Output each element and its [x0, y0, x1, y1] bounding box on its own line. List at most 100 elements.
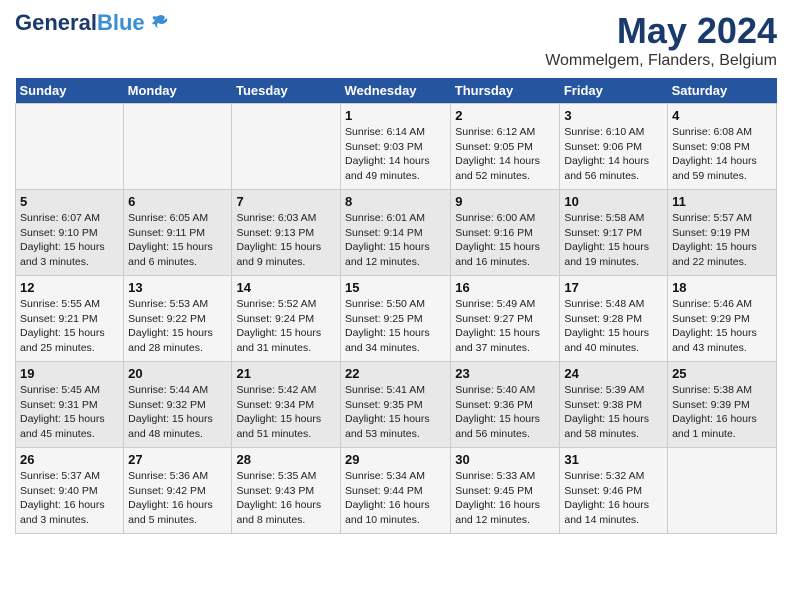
day-number: 9 — [455, 194, 555, 209]
calendar-day-cell — [668, 448, 777, 534]
day-info: Sunrise: 5:35 AMSunset: 9:43 PMDaylight:… — [236, 469, 336, 528]
day-number: 26 — [20, 452, 119, 467]
day-number: 8 — [345, 194, 446, 209]
day-number: 14 — [236, 280, 336, 295]
calendar-day-cell: 26 Sunrise: 5:37 AMSunset: 9:40 PMDayligh… — [16, 448, 124, 534]
calendar-table: SundayMondayTuesdayWednesdayThursdayFrid… — [15, 78, 777, 534]
day-info: Sunrise: 5:46 AMSunset: 9:29 PMDaylight:… — [672, 297, 772, 356]
calendar-day-cell — [232, 104, 341, 190]
day-number: 21 — [236, 366, 336, 381]
day-info: Sunrise: 6:08 AMSunset: 9:08 PMDaylight:… — [672, 125, 772, 184]
calendar-week-row: 1 Sunrise: 6:14 AMSunset: 9:03 PMDaylight… — [16, 104, 777, 190]
logo-bird-icon — [147, 12, 169, 34]
day-info: Sunrise: 5:53 AMSunset: 9:22 PMDaylight:… — [128, 297, 227, 356]
day-info: Sunrise: 5:52 AMSunset: 9:24 PMDaylight:… — [236, 297, 336, 356]
location: Wommelgem, Flanders, Belgium — [545, 52, 777, 70]
calendar-day-cell: 4 Sunrise: 6:08 AMSunset: 9:08 PMDaylight… — [668, 104, 777, 190]
calendar-day-cell: 8 Sunrise: 6:01 AMSunset: 9:14 PMDaylight… — [341, 190, 451, 276]
day-info: Sunrise: 6:05 AMSunset: 9:11 PMDaylight:… — [128, 211, 227, 270]
day-number: 3 — [564, 108, 663, 123]
day-number: 1 — [345, 108, 446, 123]
day-info: Sunrise: 5:33 AMSunset: 9:45 PMDaylight:… — [455, 469, 555, 528]
calendar-header-row: SundayMondayTuesdayWednesdayThursdayFrid… — [16, 78, 777, 104]
calendar-day-cell: 28Sunrise: 5:35 AMSunset: 9:43 PMDayligh… — [232, 448, 341, 534]
day-info: Sunrise: 5:36 AMSunset: 9:42 PMDaylight:… — [128, 469, 227, 528]
day-number: 6 — [128, 194, 227, 209]
day-info: Sunrise: 6:12 AMSunset: 9:05 PMDaylight:… — [455, 125, 555, 184]
logo-blue: Blue — [97, 10, 145, 35]
calendar-day-cell: 20 Sunrise: 5:44 AMSunset: 9:32 PMDayligh… — [124, 362, 232, 448]
day-info: Sunrise: 5:41 AMSunset: 9:35 PMDaylight:… — [345, 383, 446, 442]
day-number: 2 — [455, 108, 555, 123]
calendar-day-cell: 21 Sunrise: 5:42 AMSunset: 9:34 PMDayligh… — [232, 362, 341, 448]
calendar-week-row: 26 Sunrise: 5:37 AMSunset: 9:40 PMDayligh… — [16, 448, 777, 534]
calendar-day-cell — [124, 104, 232, 190]
calendar-day-cell: 3 Sunrise: 6:10 AMSunset: 9:06 PMDaylight… — [560, 104, 668, 190]
day-info: Sunrise: 6:00 AMSunset: 9:16 PMDaylight:… — [455, 211, 555, 270]
day-number: 19 — [20, 366, 119, 381]
day-info: Sunrise: 5:37 AMSunset: 9:40 PMDaylight:… — [20, 469, 119, 528]
title-block: May 2024 Wommelgem, Flanders, Belgium — [545, 10, 777, 70]
day-info: Sunrise: 5:45 AMSunset: 9:31 PMDaylight:… — [20, 383, 119, 442]
calendar-week-row: 19 Sunrise: 5:45 AMSunset: 9:31 PMDayligh… — [16, 362, 777, 448]
day-number: 30 — [455, 452, 555, 467]
calendar-day-cell: 19 Sunrise: 5:45 AMSunset: 9:31 PMDayligh… — [16, 362, 124, 448]
day-number: 17 — [564, 280, 663, 295]
day-number: 24 — [564, 366, 663, 381]
calendar-day-cell: 14 Sunrise: 5:52 AMSunset: 9:24 PMDayligh… — [232, 276, 341, 362]
calendar-week-row: 12 Sunrise: 5:55 AMSunset: 9:21 PMDayligh… — [16, 276, 777, 362]
day-info: Sunrise: 5:44 AMSunset: 9:32 PMDaylight:… — [128, 383, 227, 442]
day-number: 4 — [672, 108, 772, 123]
calendar-day-cell: 17Sunrise: 5:48 AMSunset: 9:28 PMDayligh… — [560, 276, 668, 362]
calendar-day-cell: 24 Sunrise: 5:39 AMSunset: 9:38 PMDayligh… — [560, 362, 668, 448]
calendar-day-cell: 1 Sunrise: 6:14 AMSunset: 9:03 PMDaylight… — [341, 104, 451, 190]
calendar-day-cell: 29Sunrise: 5:34 AMSunset: 9:44 PMDayligh… — [341, 448, 451, 534]
calendar-day-cell: 9 Sunrise: 6:00 AMSunset: 9:16 PMDaylight… — [451, 190, 560, 276]
day-info: Sunrise: 6:10 AMSunset: 9:06 PMDaylight:… — [564, 125, 663, 184]
day-info: Sunrise: 5:42 AMSunset: 9:34 PMDaylight:… — [236, 383, 336, 442]
calendar-day-cell: 22 Sunrise: 5:41 AMSunset: 9:35 PMDayligh… — [341, 362, 451, 448]
day-info: Sunrise: 5:58 AMSunset: 9:17 PMDaylight:… — [564, 211, 663, 270]
day-info: Sunrise: 5:32 AMSunset: 9:46 PMDaylight:… — [564, 469, 663, 528]
day-info: Sunrise: 5:38 AMSunset: 9:39 PMDaylight:… — [672, 383, 772, 442]
day-number: 20 — [128, 366, 227, 381]
calendar-day-cell: 11Sunrise: 5:57 AMSunset: 9:19 PMDayligh… — [668, 190, 777, 276]
day-number: 16 — [455, 280, 555, 295]
calendar-day-cell: 2 Sunrise: 6:12 AMSunset: 9:05 PMDaylight… — [451, 104, 560, 190]
calendar-day-cell: 7 Sunrise: 6:03 AMSunset: 9:13 PMDaylight… — [232, 190, 341, 276]
day-info: Sunrise: 5:50 AMSunset: 9:25 PMDaylight:… — [345, 297, 446, 356]
day-of-week-header: Wednesday — [341, 78, 451, 104]
day-info: Sunrise: 5:34 AMSunset: 9:44 PMDaylight:… — [345, 469, 446, 528]
calendar-day-cell — [16, 104, 124, 190]
day-number: 27 — [128, 452, 227, 467]
day-number: 12 — [20, 280, 119, 295]
calendar-day-cell: 16 Sunrise: 5:49 AMSunset: 9:27 PMDayligh… — [451, 276, 560, 362]
day-info: Sunrise: 5:39 AMSunset: 9:38 PMDaylight:… — [564, 383, 663, 442]
day-number: 31 — [564, 452, 663, 467]
day-info: Sunrise: 6:14 AMSunset: 9:03 PMDaylight:… — [345, 125, 446, 184]
calendar-day-cell: 15 Sunrise: 5:50 AMSunset: 9:25 PMDayligh… — [341, 276, 451, 362]
calendar-day-cell: 10Sunrise: 5:58 AMSunset: 9:17 PMDayligh… — [560, 190, 668, 276]
month-title: May 2024 — [545, 10, 777, 52]
day-number: 15 — [345, 280, 446, 295]
calendar-day-cell: 13Sunrise: 5:53 AMSunset: 9:22 PMDayligh… — [124, 276, 232, 362]
day-number: 18 — [672, 280, 772, 295]
day-number: 22 — [345, 366, 446, 381]
day-info: Sunrise: 5:49 AMSunset: 9:27 PMDaylight:… — [455, 297, 555, 356]
day-number: 7 — [236, 194, 336, 209]
day-info: Sunrise: 5:40 AMSunset: 9:36 PMDaylight:… — [455, 383, 555, 442]
logo-general: General — [15, 10, 97, 35]
calendar-day-cell: 23Sunrise: 5:40 AMSunset: 9:36 PMDayligh… — [451, 362, 560, 448]
day-of-week-header: Tuesday — [232, 78, 341, 104]
day-info: Sunrise: 6:03 AMSunset: 9:13 PMDaylight:… — [236, 211, 336, 270]
calendar-day-cell: 12 Sunrise: 5:55 AMSunset: 9:21 PMDayligh… — [16, 276, 124, 362]
day-info: Sunrise: 6:01 AMSunset: 9:14 PMDaylight:… — [345, 211, 446, 270]
day-number: 5 — [20, 194, 119, 209]
day-of-week-header: Sunday — [16, 78, 124, 104]
day-of-week-header: Saturday — [668, 78, 777, 104]
day-info: Sunrise: 5:57 AMSunset: 9:19 PMDaylight:… — [672, 211, 772, 270]
calendar-day-cell: 25Sunrise: 5:38 AMSunset: 9:39 PMDayligh… — [668, 362, 777, 448]
day-of-week-header: Friday — [560, 78, 668, 104]
day-info: Sunrise: 5:55 AMSunset: 9:21 PMDaylight:… — [20, 297, 119, 356]
logo: GeneralBlue — [15, 10, 169, 36]
